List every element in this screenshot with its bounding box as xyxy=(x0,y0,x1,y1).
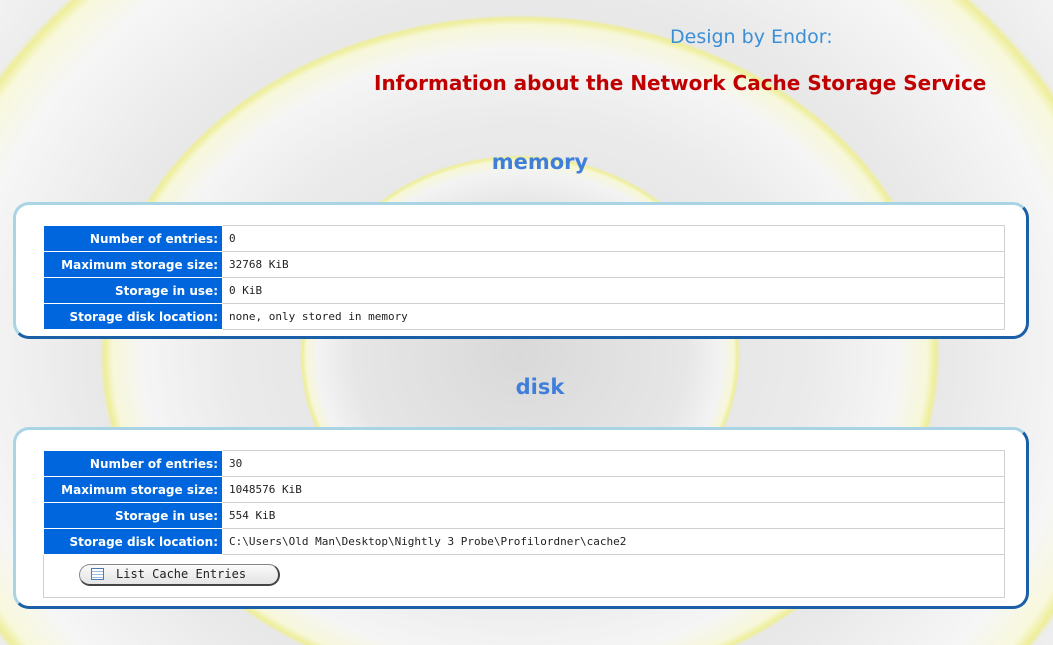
table-row: Storage disk location: C:\Users\Old Man\… xyxy=(43,528,1005,555)
row-value: none, only stored in memory xyxy=(222,303,1005,330)
row-label: Storage in use: xyxy=(43,277,223,304)
memory-panel: Number of entries: 0 Maximum storage siz… xyxy=(13,202,1029,339)
table-row: Storage disk location: none, only stored… xyxy=(43,303,1005,330)
row-label: Number of entries: xyxy=(43,450,223,477)
table-row: Number of entries: 30 xyxy=(43,450,1005,477)
disk-info-table: Number of entries: 30 Maximum storage si… xyxy=(43,450,1005,555)
button-row: List Cache Entries xyxy=(43,555,1005,598)
row-value: 30 xyxy=(222,450,1005,477)
row-label: Maximum storage size: xyxy=(43,251,223,278)
list-cache-entries-button[interactable]: List Cache Entries xyxy=(79,564,280,586)
memory-info-table: Number of entries: 0 Maximum storage siz… xyxy=(43,225,1005,330)
row-value: C:\Users\Old Man\Desktop\Nightly 3 Probe… xyxy=(222,528,1005,555)
row-value: 1048576 KiB xyxy=(222,476,1005,503)
row-value: 0 xyxy=(222,225,1005,252)
row-value: 554 KiB xyxy=(222,502,1005,529)
row-label: Storage disk location: xyxy=(43,303,223,330)
disk-panel: Number of entries: 30 Maximum storage si… xyxy=(13,427,1029,609)
row-value: 32768 KiB xyxy=(222,251,1005,278)
row-value: 0 KiB xyxy=(222,277,1005,304)
row-label: Number of entries: xyxy=(43,225,223,252)
row-label: Storage disk location: xyxy=(43,528,223,555)
page-title: Information about the Network Cache Stor… xyxy=(374,71,987,95)
list-cache-entries-label: List Cache Entries xyxy=(116,567,247,581)
row-label: Maximum storage size: xyxy=(43,476,223,503)
table-row: Storage in use: 554 KiB xyxy=(43,502,1005,529)
table-row: Maximum storage size: 32768 KiB xyxy=(43,251,1005,278)
table-row: Number of entries: 0 xyxy=(43,225,1005,252)
section-heading-memory: memory xyxy=(491,150,589,174)
row-label: Storage in use: xyxy=(43,502,223,529)
design-by-label: Design by Endor: xyxy=(670,26,833,48)
section-heading-disk: disk xyxy=(515,375,565,399)
table-row: Storage in use: 0 KiB xyxy=(43,277,1005,304)
list-icon xyxy=(91,568,104,580)
table-row: Maximum storage size: 1048576 KiB xyxy=(43,476,1005,503)
